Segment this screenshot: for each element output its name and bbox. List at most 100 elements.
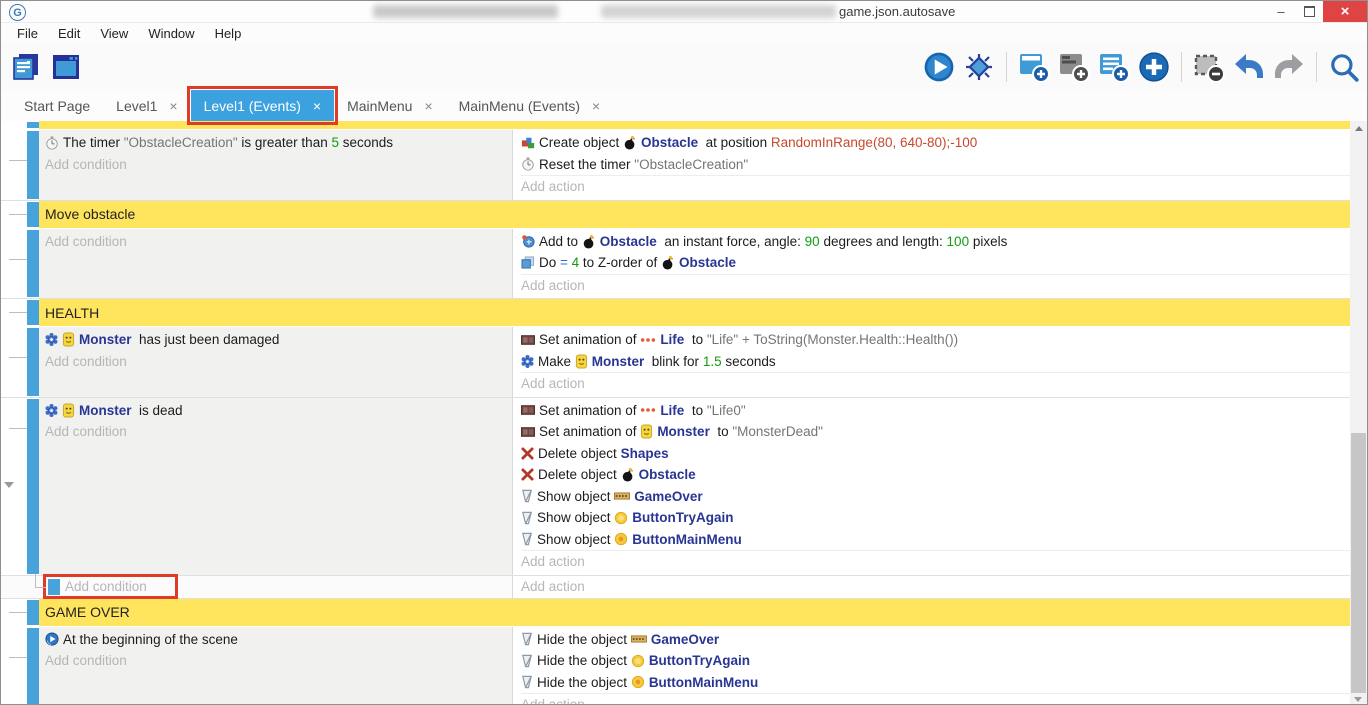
delete-icon: [521, 447, 534, 460]
comment-row[interactable]: HEALTH: [1, 299, 1350, 327]
scrollbar-thumb[interactable]: [1351, 433, 1366, 693]
close-icon[interactable]: ×: [313, 98, 321, 114]
add-condition-link[interactable]: Add condition: [45, 231, 512, 253]
event-selector-bar[interactable]: [48, 579, 60, 595]
add-subevent-icon[interactable]: [1057, 50, 1091, 84]
scrollbar-up-button[interactable]: [1350, 121, 1367, 136]
add-condition-link[interactable]: Add condition: [65, 578, 147, 595]
event-selector-bar[interactable]: [27, 600, 39, 625]
tab-mainmenu[interactable]: MainMenu×: [334, 90, 446, 121]
add-action-link[interactable]: Add action: [521, 175, 1350, 198]
debug-icon[interactable]: [962, 50, 996, 84]
close-icon[interactable]: ×: [169, 98, 177, 114]
actions-cell[interactable]: Add to Obstacle an instant force, angle:…: [513, 229, 1350, 299]
action-line[interactable]: Reset the timer "ObstacleCreation": [521, 154, 1350, 176]
add-action-link[interactable]: Add action: [521, 693, 1350, 705]
condition-line[interactable]: The timer "ObstacleCreation" is greater …: [45, 132, 512, 154]
minimize-button[interactable]: –: [1267, 1, 1295, 22]
menu-item-view[interactable]: View: [90, 24, 138, 43]
event-selector-bar[interactable]: [27, 300, 39, 325]
undo-icon[interactable]: [1232, 50, 1266, 84]
tree-tick: [9, 612, 27, 613]
sub-event-action-cell[interactable]: Add action: [513, 576, 1350, 598]
event-selector-bar[interactable]: [27, 328, 39, 396]
sub-event-row[interactable]: Add condition Add action: [1, 576, 1350, 599]
action-line[interactable]: Do = 4 to Z-order of Obstacle: [521, 252, 1350, 274]
scrollbar-track[interactable]: [1350, 121, 1367, 705]
action-line[interactable]: Show object ButtonTryAgain: [521, 507, 1350, 529]
action-line[interactable]: Add to Obstacle an instant force, angle:…: [521, 231, 1350, 253]
event-row[interactable]: The timer "ObstacleCreation" is greater …: [1, 130, 1350, 201]
play-icon[interactable]: [922, 50, 956, 84]
scene-window-icon[interactable]: [49, 50, 83, 84]
add-comment-icon[interactable]: [1097, 50, 1131, 84]
redo-icon[interactable]: [1272, 50, 1306, 84]
restore-button[interactable]: [1295, 1, 1323, 22]
menu-item-edit[interactable]: Edit: [48, 24, 90, 43]
actions-cell[interactable]: Hide the object GameOverHide the object …: [513, 627, 1350, 705]
actions-cell[interactable]: Create object Obstacle at position Rando…: [513, 130, 1350, 200]
comment-row[interactable]: [1, 121, 1350, 130]
event-selector-bar[interactable]: [27, 202, 39, 227]
event-selector-bar[interactable]: [27, 122, 39, 128]
add-action-link[interactable]: Add action: [521, 550, 1350, 573]
action-line[interactable]: Set animation of Life to "Life" + ToStri…: [521, 329, 1350, 351]
action-line[interactable]: Set animation of Life to "Life0": [521, 400, 1350, 422]
action-line[interactable]: Delete object Shapes: [521, 443, 1350, 465]
add-action-link[interactable]: Add action: [521, 274, 1350, 297]
comment-row[interactable]: GAME OVER: [1, 599, 1350, 627]
menu-item-window[interactable]: Window: [138, 24, 204, 43]
event-row[interactable]: Monster has just been damagedAdd conditi…: [1, 327, 1350, 398]
condition-line[interactable]: Monster has just been damaged: [45, 329, 512, 351]
add-condition-link[interactable]: Add condition: [45, 421, 512, 443]
sub-event-condition-cell[interactable]: Add condition: [27, 576, 513, 598]
action-line[interactable]: Hide the object ButtonMainMenu: [521, 672, 1350, 694]
conditions-cell[interactable]: Add condition: [39, 229, 513, 299]
project-manager-icon[interactable]: [9, 50, 43, 84]
event-row[interactable]: At the beginning of the sceneAdd conditi…: [1, 627, 1350, 705]
event-selector-bar[interactable]: [27, 399, 39, 574]
tab-level1[interactable]: Level1×: [103, 90, 190, 121]
add-condition-link[interactable]: Add condition: [45, 650, 512, 672]
close-icon[interactable]: ×: [592, 98, 600, 114]
delete-event-icon[interactable]: [1192, 50, 1226, 84]
add-event-icon[interactable]: [1017, 50, 1051, 84]
action-line[interactable]: Show object ButtonMainMenu: [521, 529, 1350, 551]
event-row[interactable]: Monster is deadAdd conditionSet animatio…: [1, 398, 1350, 576]
search-icon[interactable]: [1327, 50, 1361, 84]
conditions-cell[interactable]: Monster is deadAdd condition: [39, 398, 513, 575]
action-line[interactable]: Delete object Obstacle: [521, 464, 1350, 486]
add-circle-icon[interactable]: [1137, 50, 1171, 84]
add-condition-link[interactable]: Add condition: [45, 351, 512, 373]
action-line[interactable]: Show object GameOver: [521, 486, 1350, 508]
conditions-cell[interactable]: At the beginning of the sceneAdd conditi…: [39, 627, 513, 705]
actions-cell[interactable]: Set animation of Life to "Life0"Set anim…: [513, 398, 1350, 575]
close-icon[interactable]: ×: [424, 98, 432, 114]
action-line[interactable]: Hide the object GameOver: [521, 629, 1350, 651]
collapse-expander-icon[interactable]: [4, 482, 14, 488]
tab-mainmenu-events[interactable]: MainMenu (Events)×: [446, 90, 614, 121]
condition-line[interactable]: At the beginning of the scene: [45, 629, 512, 651]
tab-level1-events[interactable]: Level1 (Events)×: [191, 90, 334, 121]
comment-row[interactable]: Move obstacle: [1, 201, 1350, 229]
close-button[interactable]: ×: [1323, 1, 1367, 22]
text-segment: Set animation of: [539, 332, 640, 347]
action-line[interactable]: Make Monster blink for 1.5 seconds: [521, 351, 1350, 373]
add-action-link[interactable]: Add action: [521, 372, 1350, 395]
event-selector-bar[interactable]: [27, 628, 39, 705]
conditions-cell[interactable]: Monster has just been damagedAdd conditi…: [39, 327, 513, 397]
action-line[interactable]: Create object Obstacle at position Rando…: [521, 132, 1350, 154]
condition-line[interactable]: Monster is dead: [45, 400, 512, 422]
tab-start-page[interactable]: Start Page: [11, 90, 103, 121]
action-line[interactable]: Hide the object ButtonTryAgain: [521, 650, 1350, 672]
actions-cell[interactable]: Set animation of Life to "Life" + ToStri…: [513, 327, 1350, 397]
event-selector-bar[interactable]: [27, 131, 39, 199]
action-line[interactable]: Set animation of Monster to "MonsterDead…: [521, 421, 1350, 443]
add-condition-link[interactable]: Add condition: [45, 154, 512, 176]
event-row[interactable]: Add condition Add to Obstacle an instant …: [1, 229, 1350, 300]
conditions-cell[interactable]: The timer "ObstacleCreation" is greater …: [39, 130, 513, 200]
event-selector-bar[interactable]: [27, 230, 39, 298]
add-action-link[interactable]: Add action: [521, 578, 1350, 595]
menu-item-file[interactable]: File: [7, 24, 48, 43]
menu-item-help[interactable]: Help: [205, 24, 252, 43]
